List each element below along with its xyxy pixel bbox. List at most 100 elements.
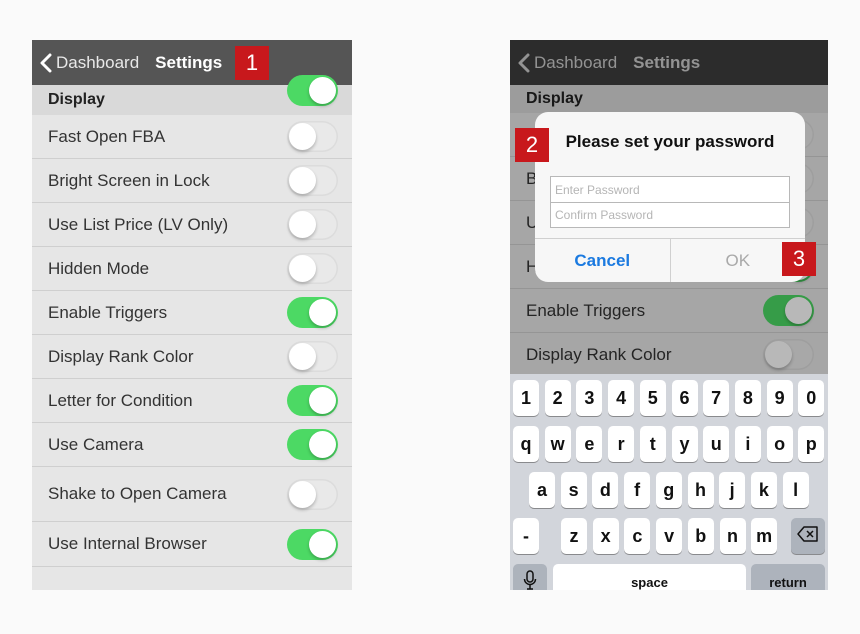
key-r[interactable]: r [608,426,635,462]
back-label: Dashboard [534,52,618,72]
toggle-switch[interactable] [287,478,338,510]
key-t[interactable]: t [639,426,666,462]
key-y[interactable]: y [671,426,698,462]
toggle-switch[interactable] [763,339,814,370]
settings-row-label: Use Internal Browser [48,534,207,553]
toggle-knob [289,211,316,238]
toggle-switch[interactable] [287,121,338,152]
toggle-knob [785,297,812,324]
key-e[interactable]: e [576,426,603,462]
toggle-knob [309,431,336,458]
backspace-icon [797,525,819,547]
settings-row: Use Camera [32,423,352,467]
key-j[interactable]: j [719,472,746,508]
nav-bar: Dashboard Settings [510,40,828,85]
chevron-left-icon [518,53,530,72]
toggle-switch[interactable] [287,297,338,328]
key-w[interactable]: w [544,426,571,462]
dialog-input-group [550,176,790,228]
toggle-switch[interactable] [287,253,338,284]
toggle-switch[interactable] [287,165,338,196]
key-0[interactable]: 0 [798,380,825,416]
key-a[interactable]: a [529,472,555,508]
settings-row: Shake to Open Camera [32,467,352,522]
settings-row: Hidden Mode [32,247,352,291]
toggle-knob [309,77,336,104]
key-b[interactable]: b [687,518,714,554]
key-9[interactable]: 9 [766,380,793,416]
key-v[interactable]: v [656,518,683,554]
key-o[interactable]: o [766,426,793,462]
settings-list: Fast Open FBA Bright Screen in Lock Use Li… [32,75,352,567]
settings-row-label: Enable Triggers [48,302,168,322]
settings-row-label: Shake to Open Camera [48,484,227,503]
key-d[interactable]: d [592,472,619,508]
key-7[interactable]: 7 [703,380,730,416]
key-q[interactable]: q [513,426,539,462]
key-z[interactable]: z [561,518,587,554]
key-u[interactable]: u [703,426,730,462]
delete-key[interactable] [791,518,825,554]
key-5[interactable]: 5 [639,380,666,416]
space-key[interactable]: space [553,564,746,590]
key-g[interactable]: g [655,472,682,508]
return-key[interactable]: return [751,564,825,590]
key-p[interactable]: p [798,426,825,462]
toggle-knob [289,255,316,282]
dialog-title: Please set your password [565,132,775,151]
toggle-knob [289,343,316,370]
settings-row: Letter for Condition [32,379,352,423]
key-8[interactable]: 8 [734,380,761,416]
key-f[interactable]: f [624,472,651,508]
key-k[interactable]: k [750,472,777,508]
settings-row: Use List Price (LV Only) [32,203,352,247]
key-n[interactable]: n [719,518,746,554]
key-i[interactable]: i [734,426,761,462]
key-x[interactable]: x [592,518,619,554]
toggle-switch[interactable] [763,295,814,326]
on-screen-keyboard: 1 2 3 4 5 6 7 8 9 0 q w e r t y u i o p a s d f g h j k l - z x c v b n m spa… [510,374,828,590]
toggle-switch[interactable] [287,385,338,416]
page-title: Settings [155,52,223,72]
toggle-switch[interactable] [287,75,338,106]
settings-row: Display Rank Color [32,335,352,379]
toggle-knob [289,480,316,508]
step-badge-3: 3 [782,242,816,276]
settings-row-label: Letter for Condition [48,390,193,410]
password-dialog-screen: Dashboard Settings Display FBUHEnable Tr… [510,40,828,590]
key-m[interactable]: m [751,518,778,554]
key-3[interactable]: 3 [576,380,603,416]
toggle-knob [309,530,336,558]
password-field[interactable] [551,177,789,202]
key-1[interactable]: 1 [513,380,539,416]
toggle-switch[interactable] [287,429,338,460]
settings-screen: Dashboard Settings 1 Display Fast Open F… [32,40,352,590]
toggle-switch[interactable] [287,341,338,372]
dictation-key[interactable] [513,564,547,590]
back-button[interactable]: Dashboard [510,53,617,73]
key-h[interactable]: h [687,472,714,508]
settings-row: Bright Screen in Lock [32,159,352,203]
key-2[interactable]: 2 [544,380,571,416]
key-c[interactable]: c [624,518,651,554]
settings-row-label: Bright Screen in Lock [48,170,210,190]
settings-row: Fast Open FBA [32,115,352,159]
back-button[interactable]: Dashboard [32,53,139,73]
chevron-left-icon [40,53,52,72]
key-6[interactable]: 6 [671,380,698,416]
cancel-button[interactable]: Cancel [535,239,671,282]
key-4[interactable]: 4 [608,380,635,416]
settings-row-label: Use Camera [48,434,144,454]
toggle-switch[interactable] [287,209,338,240]
confirm-password-field[interactable] [551,202,789,227]
settings-row: Enable Triggers [32,291,352,335]
key-l[interactable]: l [782,472,809,508]
toggle-switch[interactable] [287,528,338,560]
key-hyphen[interactable]: - [513,518,539,554]
section-header-display: Display [510,85,828,113]
toggle-knob [289,167,316,194]
toggle-knob [309,299,336,326]
key-s[interactable]: s [560,472,587,508]
settings-row: Enable Triggers [510,289,828,333]
settings-row: Use Internal Browser [32,522,352,567]
